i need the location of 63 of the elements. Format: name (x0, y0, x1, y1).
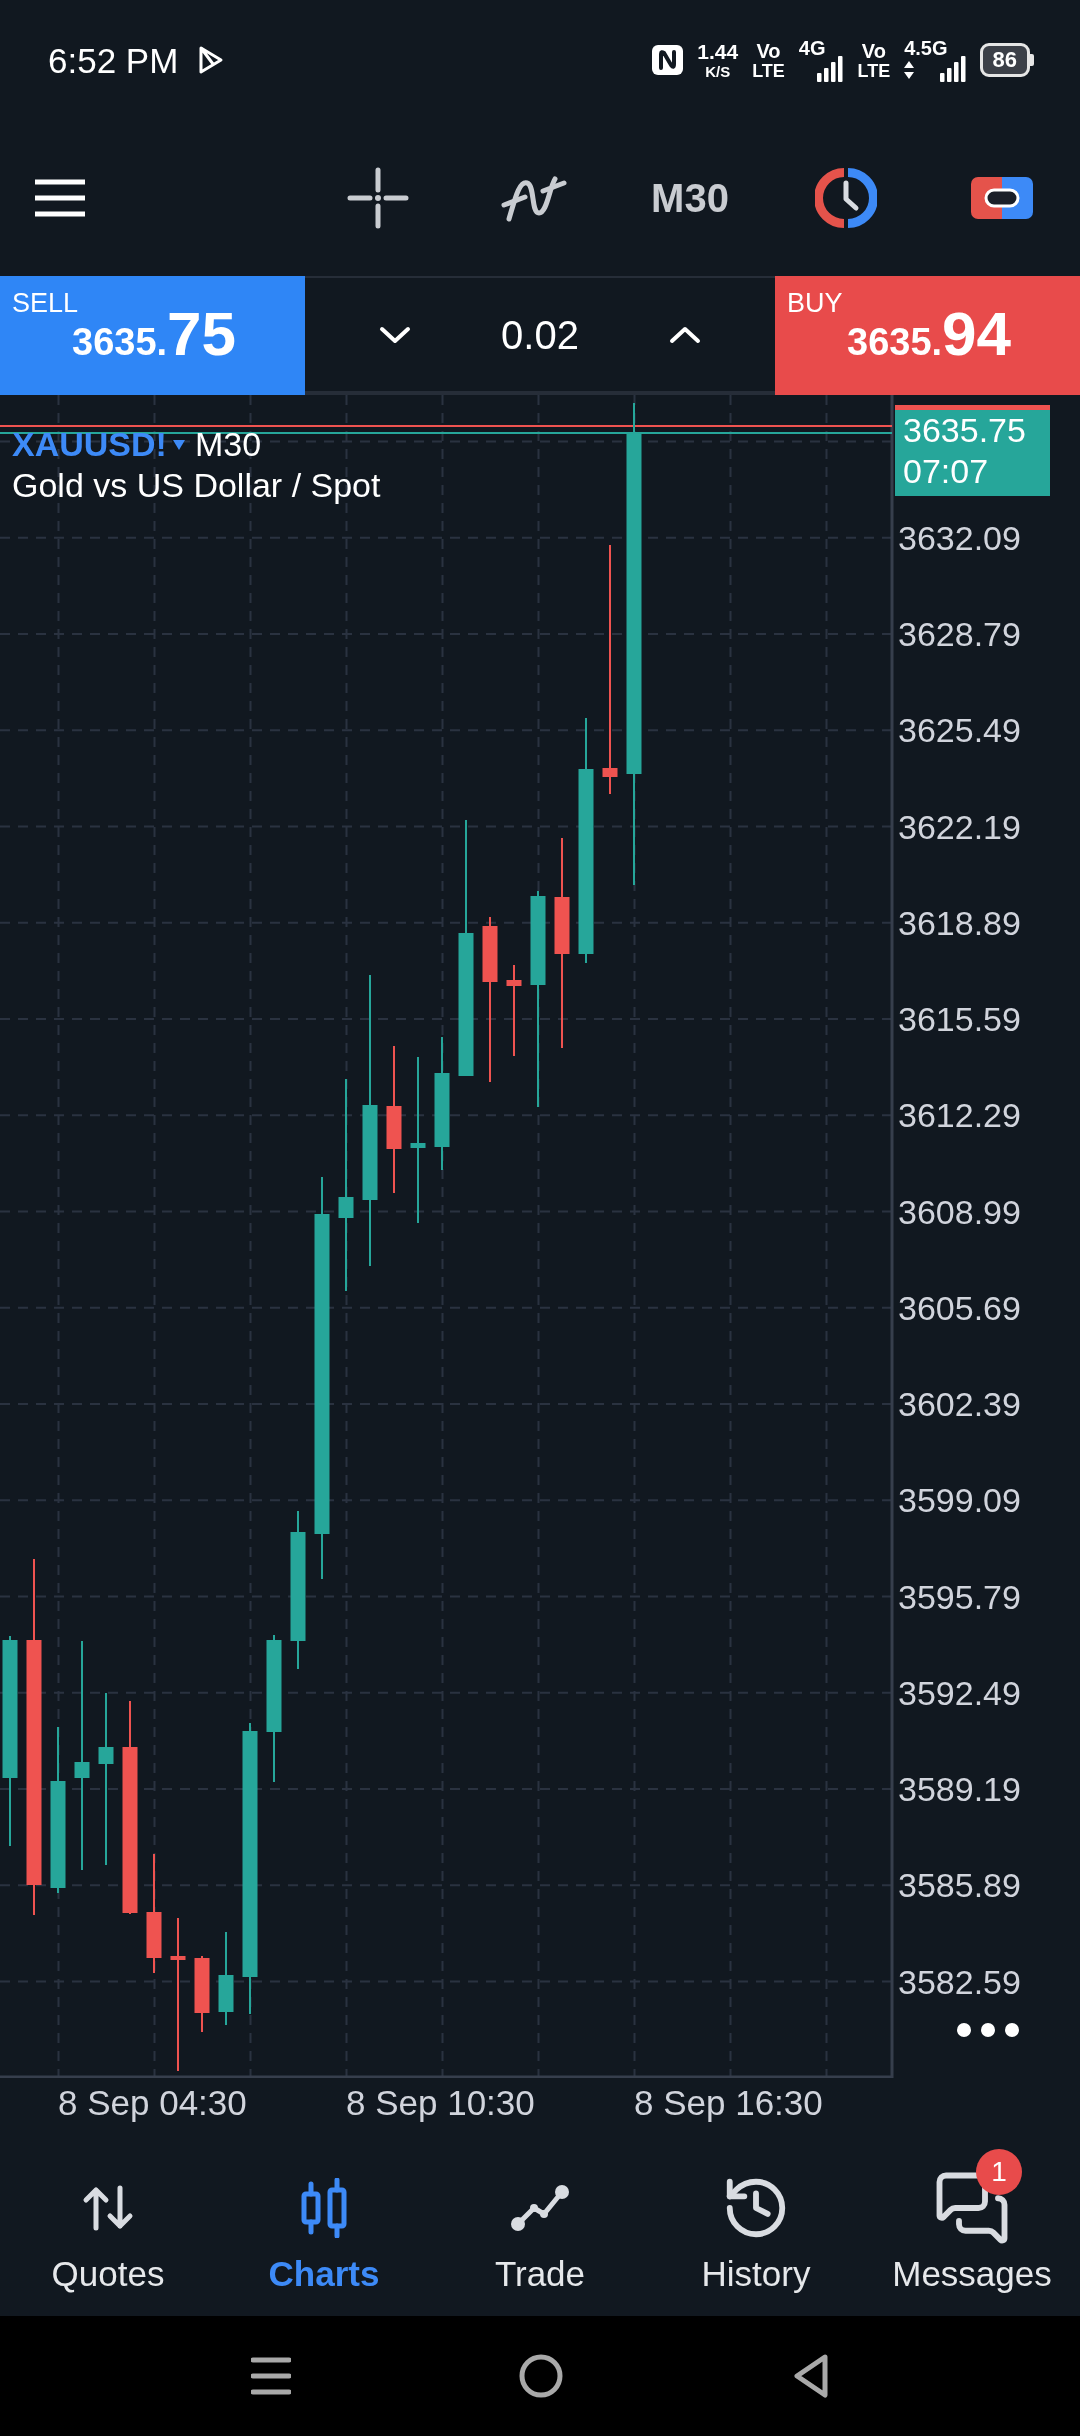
network-type: 4G (798, 38, 826, 58)
toggle-icon[interactable] (971, 177, 1033, 219)
play-icon (198, 45, 225, 75)
network-speed: 1.44 (697, 41, 739, 62)
clock-icon[interactable] (815, 167, 877, 229)
price-axis-label: 3632.09 (898, 517, 1021, 558)
volte-label: Vo (861, 40, 886, 61)
price-axis-label: 3589.19 (898, 1769, 1021, 1810)
timeframe-label: M30 (194, 424, 262, 465)
data-activity-icon (904, 61, 915, 79)
price-axis-label: 3615.59 (898, 999, 1021, 1040)
caret-icon[interactable] (172, 439, 185, 450)
sell-button[interactable]: SELL 3635.75 (0, 276, 305, 395)
candlestick-icon (299, 2178, 349, 2238)
signal-bars-icon (939, 56, 966, 82)
price-axis-label: 3612.29 (898, 1095, 1021, 1136)
status-time: 6:52 PM (48, 42, 179, 78)
price-axis-label: 3595.79 (898, 1576, 1021, 1617)
home-icon[interactable] (519, 2354, 563, 2398)
price-axis-label: 3628.79 (898, 614, 1021, 655)
symbol-description: Gold vs US Dollar / Spot (12, 465, 381, 506)
nav-tab[interactable]: History (648, 2128, 864, 2316)
price-axis-label: 3618.89 (898, 902, 1021, 943)
lte-label: LTE (752, 61, 785, 80)
line-chart-icon (510, 2184, 570, 2232)
price-axis-label: 3622.19 (898, 806, 1021, 847)
time-axis-label: 8 Sep 16:30 (634, 2082, 823, 2124)
price-axis-label: 3605.69 (898, 1287, 1021, 1328)
volte-label: Vo (756, 40, 781, 61)
price-axis-label: 3585.89 (898, 1865, 1021, 1906)
timeframe-button[interactable]: M30 (651, 178, 729, 218)
battery-indicator: 86 (979, 43, 1034, 77)
price-axis-label: 3625.49 (898, 710, 1021, 751)
price-axis-label: 3599.09 (898, 1480, 1021, 1521)
nav-tab[interactable]: Messages 1 (864, 2128, 1080, 2316)
arrows-up-down-icon (82, 2185, 134, 2231)
wave-icon[interactable] (501, 173, 567, 223)
speed-unit: K/S (705, 64, 731, 79)
nav-tab[interactable]: Quotes (0, 2128, 216, 2316)
price-axis-label: 3608.99 (898, 1191, 1021, 1232)
current-price: 3635.75 (903, 410, 1027, 451)
more-icon[interactable] (957, 2023, 1019, 2037)
time-axis-label: 8 Sep 10:30 (346, 2082, 535, 2124)
chevron-up-icon[interactable] (669, 325, 701, 344)
signal-bars-icon (817, 56, 844, 82)
nav-tab[interactable]: Charts (216, 2128, 432, 2316)
network-type: 4.5G (904, 38, 948, 58)
lte-label: LTE (857, 61, 891, 80)
crosshair-icon[interactable] (347, 167, 409, 229)
bar-countdown: 07:07 (903, 451, 990, 492)
nfc-icon (652, 45, 684, 75)
symbol-name[interactable]: XAUUSD! (12, 424, 167, 465)
buy-button[interactable]: BUY 3635.94 (775, 276, 1080, 395)
lot-size-field[interactable]: 0.02 (501, 314, 579, 355)
chevron-down-icon[interactable] (379, 325, 411, 344)
back-icon[interactable] (793, 2353, 829, 2399)
time-axis-label: 8 Sep 04:30 (58, 2082, 247, 2124)
menu-icon[interactable] (251, 2356, 291, 2396)
price-axis-label: 3602.39 (898, 1384, 1021, 1425)
notification-badge: 1 (976, 2149, 1022, 2195)
price-axis-label: 3592.49 (898, 1672, 1021, 1713)
price-axis-label: 3582.59 (898, 1961, 1021, 2002)
nav-tab[interactable]: Trade (432, 2128, 648, 2316)
